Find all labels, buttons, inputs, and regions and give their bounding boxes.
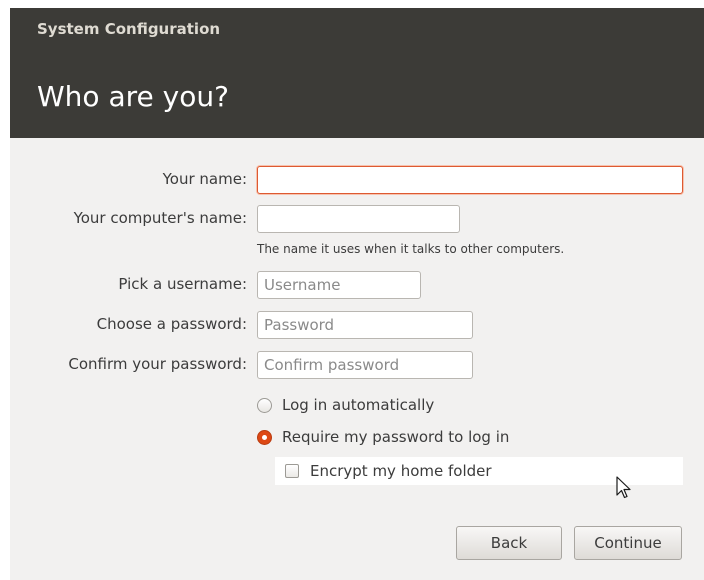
password-row: Choose a password: (10, 310, 704, 340)
password-label: Choose a password: (96, 315, 247, 333)
login-automatically-label: Log in automatically (282, 396, 435, 414)
computer-name-hint: The name it uses when it talks to other … (257, 242, 565, 256)
require-password-label: Require my password to log in (282, 428, 510, 446)
radio-unchecked-icon[interactable] (257, 397, 272, 413)
password-input[interactable] (257, 311, 473, 339)
encrypt-home-folder-label: Encrypt my home folder (310, 462, 492, 480)
username-row: Pick a username: (10, 270, 704, 300)
name-label: Your name: (162, 170, 247, 188)
header-bar: System Configuration Who are you? (10, 8, 704, 138)
radio-checked-icon[interactable] (257, 429, 272, 445)
mouse-pointer-icon (616, 476, 631, 499)
name-input[interactable] (257, 166, 683, 194)
require-password-option[interactable]: Require my password to log in (257, 424, 509, 450)
continue-button[interactable]: Continue (574, 526, 682, 560)
name-row: Your name: (10, 165, 704, 195)
window-title: System Configuration (37, 20, 221, 38)
login-automatically-option[interactable]: Log in automatically (257, 392, 434, 418)
back-button[interactable]: Back (456, 526, 562, 560)
computer-name-input[interactable] (257, 205, 460, 233)
confirm-password-input[interactable] (257, 351, 473, 379)
confirm-password-row: Confirm your password: (10, 350, 704, 380)
installer-window: System Configuration Who are you? Your n… (10, 8, 704, 580)
username-label: Pick a username: (118, 275, 247, 293)
checkbox-unchecked-icon[interactable] (285, 464, 299, 478)
computer-name-label: Your computer's name: (73, 209, 247, 227)
username-input[interactable] (257, 271, 421, 299)
computer-name-row: Your computer's name: The name it uses w… (10, 204, 704, 259)
page-title: Who are you? (37, 80, 229, 113)
confirm-password-label: Confirm your password: (68, 355, 247, 373)
